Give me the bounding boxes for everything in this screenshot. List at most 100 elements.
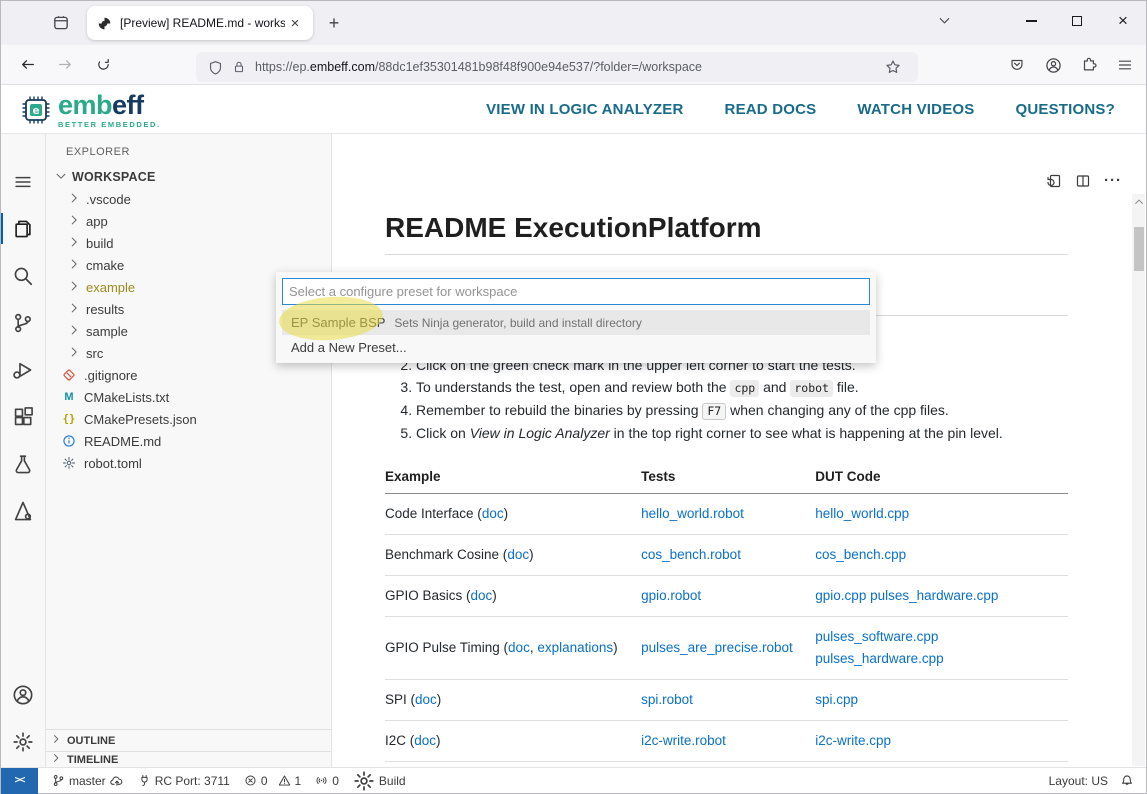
activity-extensions-icon[interactable] (1, 393, 45, 440)
firefox-view-icon[interactable] (47, 10, 75, 36)
address-bar[interactable]: https://ep.embeff.com/88dc1ef35301481b98… (196, 52, 918, 82)
activity-run-debug-icon[interactable] (1, 346, 45, 393)
site-header: e embeff BETTER EMBEDDED. VIEW IN LOGIC … (1, 85, 1146, 134)
quick-pick-item-label: EP Sample BSP (291, 315, 385, 330)
doc-link[interactable]: gpio.robot (641, 588, 701, 603)
doc-link[interactable]: i2c-write.cpp (815, 733, 891, 748)
star-icon[interactable] (885, 59, 901, 75)
scrollbar-thumb[interactable] (1134, 227, 1144, 271)
tree-item-label: robot.toml (84, 456, 142, 471)
doc-link[interactable]: doc (507, 547, 529, 562)
browser-tab[interactable]: [Preview] README.md - worksp × (87, 6, 313, 40)
branch-icon (52, 774, 65, 787)
tree-item-build[interactable]: build (46, 232, 331, 254)
minimize-button[interactable] (1008, 1, 1054, 41)
tree-item-app[interactable]: app (46, 210, 331, 232)
tree-item-readme-md[interactable]: README.md (46, 430, 331, 452)
tree-item-cmakepresets-json[interactable]: {}CMakePresets.json (46, 408, 331, 430)
tree-root-workspace[interactable]: WORKSPACE (46, 166, 331, 188)
warning-count: 1 (295, 774, 302, 788)
section-outline[interactable]: OUTLINE (46, 729, 331, 751)
table-row: Code Interface (doc)hello_world.robothel… (385, 494, 1068, 535)
build-status[interactable]: Build (353, 770, 406, 792)
tab-list-icon[interactable] (937, 13, 952, 28)
account-icon (12, 684, 34, 706)
nav-link[interactable]: QUESTIONS? (1015, 101, 1115, 118)
doc-link[interactable]: pulses_hardware.cpp (870, 588, 998, 603)
more-actions-icon[interactable]: ··· (1104, 172, 1122, 189)
settings-gear-icon (12, 731, 34, 753)
lock-icon[interactable] (232, 60, 246, 74)
chevron-up-icon[interactable] (1132, 196, 1145, 208)
embeff-logo[interactable]: e embeff BETTER EMBEDDED. (21, 91, 161, 129)
explorer-sidebar: EXPLORER WORKSPACE.vscodeappbuildcmakeex… (46, 134, 331, 767)
doc-link[interactable]: spi.cpp (815, 692, 858, 707)
doc-link[interactable]: hello_world.robot (641, 506, 744, 521)
doc-link[interactable]: pulses_are_precise.robot (641, 640, 793, 655)
branch-status[interactable]: master (52, 774, 124, 788)
doc-link[interactable]: doc (415, 692, 437, 707)
bell-icon[interactable] (1120, 774, 1134, 788)
tree-item--gitignore[interactable]: .gitignore (46, 364, 331, 386)
doc-link[interactable]: pulses_hardware.cpp (815, 651, 943, 666)
doc-link[interactable]: gpio.cpp (815, 588, 866, 603)
doc-link[interactable]: explanations (537, 640, 613, 655)
doc-link[interactable]: hello_world.cpp (815, 506, 909, 521)
activity-search-icon[interactable] (1, 252, 45, 299)
doc-link[interactable]: doc (414, 733, 436, 748)
maximize-button[interactable] (1054, 1, 1100, 41)
account-circle-icon[interactable] (1040, 51, 1066, 79)
nav-link[interactable]: WATCH VIDEOS (857, 101, 974, 118)
quick-pick-input[interactable] (282, 278, 870, 305)
section-timeline[interactable]: TIMELINE (46, 751, 331, 767)
activity-account-icon[interactable] (1, 671, 45, 718)
preview-icon[interactable] (1046, 173, 1062, 189)
doc-link[interactable]: doc (471, 588, 493, 603)
emphasis-text: View in Logic Analyzer (470, 425, 610, 441)
doc-link[interactable]: cos_bench.cpp (815, 547, 906, 562)
pocket-icon[interactable] (1004, 51, 1030, 79)
tab-close-icon[interactable]: × (285, 13, 305, 33)
doc-link[interactable]: spi.robot (641, 692, 693, 707)
close-button[interactable]: × (1100, 1, 1146, 41)
tree-item--vscode[interactable]: .vscode (46, 188, 331, 210)
doc-link[interactable]: pulses_software.cpp (815, 629, 938, 644)
back-icon[interactable] (11, 51, 43, 79)
shield-icon[interactable] (208, 60, 223, 75)
quick-pick-item[interactable]: EP Sample BSPSets Ninja generator, build… (282, 310, 870, 335)
forward-icon[interactable] (49, 51, 81, 79)
build-label: Build (379, 774, 406, 788)
doc-link[interactable]: i2c-write.robot (641, 733, 726, 748)
doc-link[interactable]: doc (508, 640, 530, 655)
ports-status[interactable]: 0 (315, 774, 339, 788)
chevron-right-icon (67, 213, 83, 229)
problems-status[interactable]: 0 1 (244, 774, 301, 788)
quick-pick-item[interactable]: Add a New Preset... (282, 335, 870, 360)
activity-bar (1, 134, 46, 767)
nav-link[interactable]: READ DOCS (725, 101, 817, 118)
tree-item-robot-toml[interactable]: robot.toml (46, 452, 331, 474)
activity-menu-icon[interactable] (1, 158, 45, 205)
table-cell: hello_world.robot (641, 494, 815, 535)
reload-icon[interactable] (87, 51, 119, 79)
tree-item-cmakelists-txt[interactable]: MCMakeLists.txt (46, 386, 331, 408)
rc-port-status[interactable]: RC Port: 3711 (138, 774, 230, 788)
hamburger-icon[interactable] (1112, 51, 1138, 79)
new-tab-button[interactable]: + (323, 12, 345, 34)
layout-indicator[interactable]: Layout: US (1049, 774, 1108, 788)
nav-link[interactable]: VIEW IN LOGIC ANALYZER (486, 101, 683, 118)
activity-source-control-icon[interactable] (1, 299, 45, 346)
branch-label: master (69, 774, 106, 788)
doc-link[interactable]: doc (482, 506, 504, 521)
activity-cmake-icon[interactable] (1, 487, 45, 534)
activity-settings-gear-icon[interactable] (1, 718, 45, 765)
puzzle-icon[interactable] (1076, 51, 1102, 79)
doc-link[interactable]: cos_bench.robot (641, 547, 741, 562)
editor-scrollbar[interactable] (1132, 194, 1145, 766)
split-editor-icon[interactable] (1075, 173, 1091, 189)
remote-indicator[interactable]: >< (1, 768, 38, 794)
menu-icon (13, 172, 33, 192)
activity-files-icon[interactable] (1, 205, 45, 252)
json-braces-icon: {} (61, 411, 77, 427)
activity-testing-icon[interactable] (1, 440, 45, 487)
